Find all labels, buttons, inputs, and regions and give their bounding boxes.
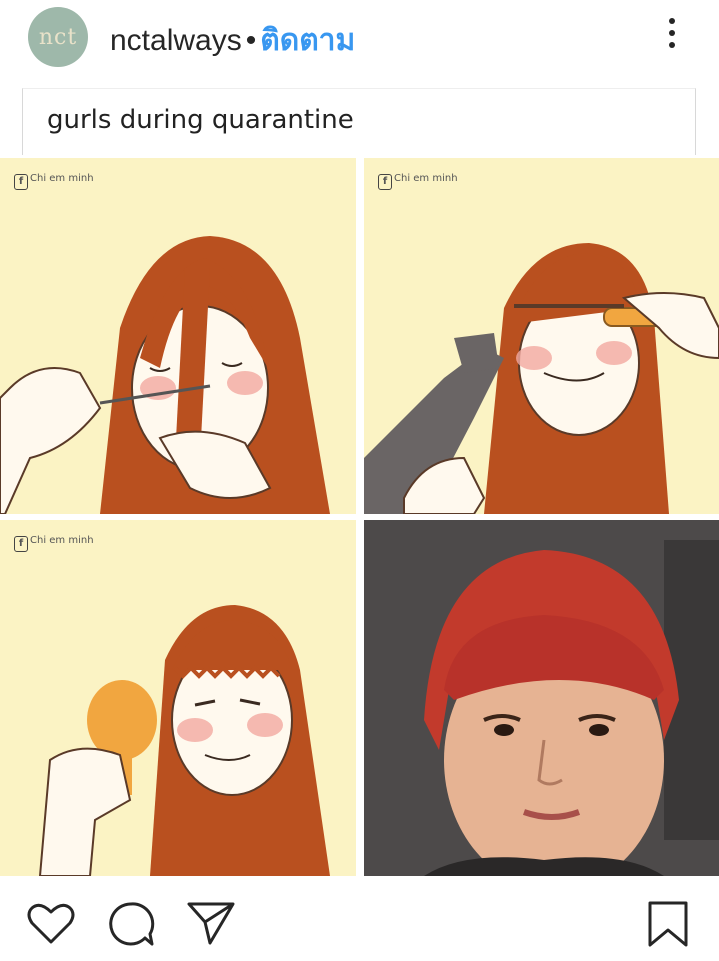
meme-caption: gurls during quarantine: [47, 105, 354, 135]
avatar-logo-text: nct: [38, 24, 78, 50]
comic-panel-mirror: f Chi em minh: [0, 520, 356, 876]
watermark-text: Chi em minh: [30, 535, 94, 546]
post-actions-bar: [0, 880, 719, 961]
send-icon[interactable]: [186, 900, 236, 946]
avatar[interactable]: nct: [28, 7, 88, 67]
watermark-logo: f Chi em minh: [14, 536, 94, 552]
comment-icon[interactable]: [106, 900, 156, 948]
meme-caption-box: gurls during quarantine: [22, 88, 696, 155]
watermark-logo: f Chi em minh: [14, 174, 94, 190]
comic-panel-scissors: f Chi em minh: [0, 158, 356, 514]
post-header-text: nctalways • ติดตาม: [110, 17, 355, 64]
comic-panel-comb: f Chi em minh: [364, 158, 719, 514]
username[interactable]: nctalways: [110, 24, 242, 57]
photo-panel-redhair: [364, 520, 719, 876]
heart-icon[interactable]: [26, 900, 76, 946]
watermark-text: Chi em minh: [30, 173, 94, 184]
post-image[interactable]: f Chi em minh f Chi em minh f Chi em min…: [0, 158, 719, 876]
follow-button[interactable]: ติดตาม: [260, 24, 355, 57]
more-options-icon[interactable]: [660, 18, 684, 58]
bookmark-icon[interactable]: [646, 900, 690, 948]
post-header: nct nctalways • ติดตาม: [0, 0, 719, 80]
separator-dot: •: [245, 24, 257, 57]
watermark-logo: f Chi em minh: [378, 174, 458, 190]
watermark-text: Chi em minh: [394, 173, 458, 184]
